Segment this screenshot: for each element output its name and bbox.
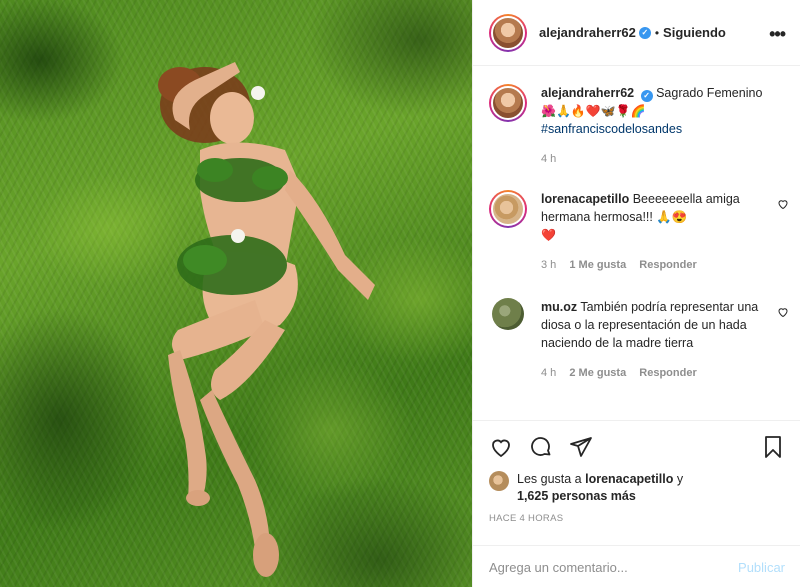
publish-button[interactable]: Publicar — [738, 560, 785, 575]
commenter-avatar[interactable] — [489, 190, 527, 228]
caption-time: 4 h — [541, 153, 557, 165]
commenter-avatar[interactable] — [492, 298, 524, 330]
add-comment-bar: Publicar — [473, 545, 800, 587]
comment-meta: 4 h 2 Me gusta Responder — [541, 364, 771, 382]
comment-time: 4 h — [541, 367, 557, 379]
following-button[interactable]: Siguiendo — [663, 25, 726, 40]
liker-avatar[interactable] — [489, 471, 509, 491]
likes-connector: y — [676, 472, 684, 486]
liker-username[interactable]: lorenacapetillo — [585, 472, 673, 486]
reply-button[interactable]: Responder — [639, 367, 696, 379]
likes-count[interactable]: 1,625 personas más — [517, 489, 636, 503]
post-timestamp[interactable]: HACE 4 HORAS — [489, 513, 563, 524]
post-side-panel: alejandraherr62 ✓ • Siguiendo ••• alejan… — [472, 0, 800, 587]
comment-input[interactable] — [489, 559, 739, 575]
heart-icon[interactable] — [489, 435, 513, 462]
comment: mu.oz También podría representar una dio… — [489, 298, 789, 382]
caption-username[interactable]: alejandraherr62 — [541, 86, 634, 100]
small-heart-icon[interactable] — [777, 306, 789, 321]
author-avatar[interactable] — [489, 13, 527, 52]
woman-on-grass-illustration — [158, 62, 375, 577]
reply-button[interactable]: Responder — [639, 259, 696, 271]
comment-icon[interactable] — [529, 435, 553, 462]
caption-hashtag[interactable]: #sanfranciscodelosandes — [541, 122, 682, 136]
caption-avatar[interactable] — [489, 84, 527, 122]
caption: alejandraherr62 ✓ Sagrado Femenino 🌺🙏🔥❤️… — [489, 84, 789, 168]
comment-like-count[interactable]: 2 Me gusta — [569, 367, 626, 379]
actions-section: Les gusta a lorenacapetillo y 1,625 pers… — [473, 420, 800, 587]
bookmark-icon[interactable] — [761, 435, 785, 462]
comment-meta: 3 h 1 Me gusta Responder — [541, 256, 771, 274]
author-username[interactable]: alejandraherr62 — [539, 25, 636, 40]
comment-extra-emoji: ❤️ — [541, 228, 556, 242]
caption-emojis: 🌺🙏🔥❤️🦋🌹🌈 — [541, 104, 646, 118]
share-icon[interactable] — [569, 435, 593, 462]
comment: lorenacapetillo Beeeeeeella amiga herman… — [489, 190, 789, 274]
verified-badge-icon: ✓ — [640, 90, 653, 102]
instagram-post: alejandraherr62 ✓ • Siguiendo ••• alejan… — [0, 0, 800, 587]
post-photo[interactable] — [0, 0, 472, 587]
post-header: alejandraherr62 ✓ • Siguiendo ••• — [473, 0, 800, 66]
small-heart-icon[interactable] — [777, 198, 789, 213]
comment-like-count[interactable]: 1 Me gusta — [569, 259, 626, 271]
comment-username[interactable]: lorenacapetillo — [541, 192, 629, 206]
caption-text: Sagrado Femenino — [656, 86, 763, 100]
likes-prefix: Les gusta a — [517, 472, 582, 486]
likes-summary: Les gusta a lorenacapetillo y 1,625 pers… — [489, 471, 683, 505]
comment-time: 3 h — [541, 259, 557, 271]
more-options-icon[interactable]: ••• — [769, 24, 786, 45]
comment-username[interactable]: mu.oz — [541, 300, 577, 314]
verified-badge-icon: ✓ — [638, 26, 651, 39]
separator-dot: • — [654, 25, 660, 40]
